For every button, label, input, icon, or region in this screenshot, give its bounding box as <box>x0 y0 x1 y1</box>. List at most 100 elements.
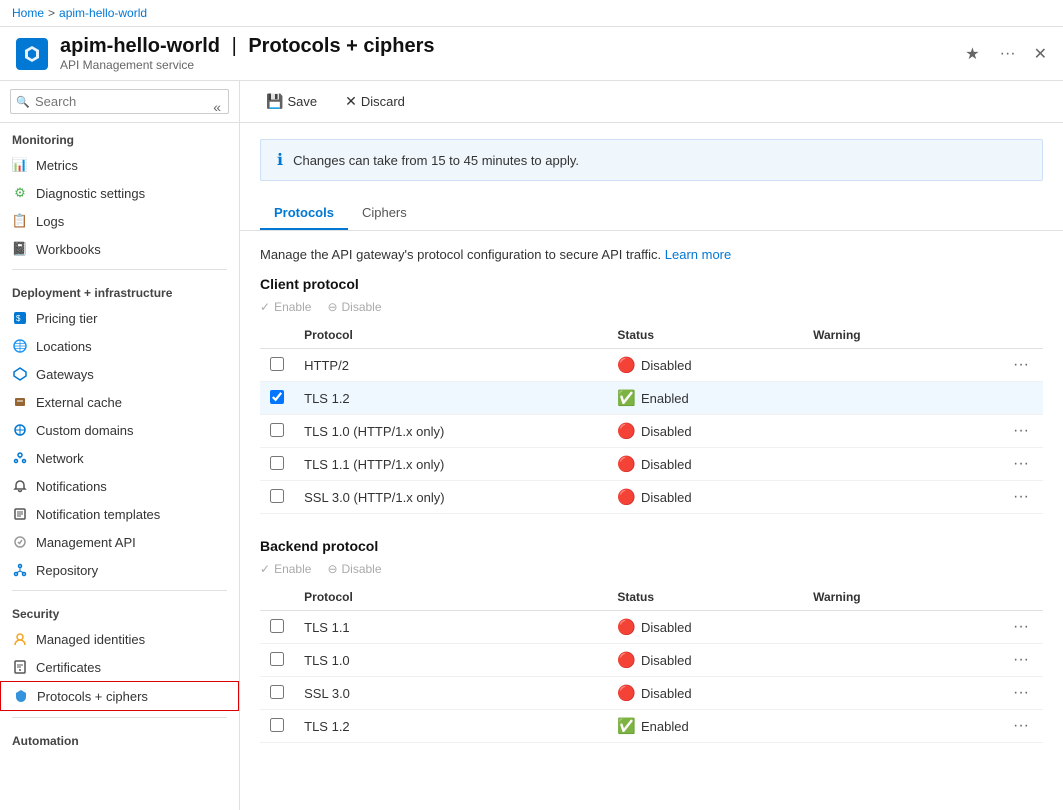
sidebar-item-management-api[interactable]: Management API <box>0 528 239 556</box>
search-input[interactable] <box>10 89 229 114</box>
client-row-warning-0 <box>803 349 999 382</box>
sidebar-item-metrics[interactable]: 📊 Metrics <box>0 151 239 179</box>
backend-row-status-0: 🔴 Disabled <box>607 611 803 644</box>
client-row-more-2[interactable]: ··· <box>1009 422 1033 439</box>
client-row-protocol-3: TLS 1.1 (HTTP/1.x only) <box>294 448 607 481</box>
client-row-warning-4 <box>803 481 999 514</box>
more-options-icon[interactable]: ··· <box>994 43 1022 65</box>
sidebar-divider-1 <box>12 269 227 270</box>
sidebar-item-workbooks-label: Workbooks <box>36 242 101 257</box>
backend-row-warning-1 <box>803 644 999 677</box>
sidebar-section-automation: Automation <box>0 724 239 752</box>
sidebar: « Monitoring 📊 Metrics ⚙ Diagnostic sett… <box>0 81 240 810</box>
client-row-checkbox-3[interactable] <box>270 456 284 470</box>
backend-row-checkbox-3[interactable] <box>270 718 284 732</box>
backend-row-protocol-0: TLS 1.1 <box>294 611 607 644</box>
client-row-checkbox-4[interactable] <box>270 489 284 503</box>
sidebar-item-certificates[interactable]: Certificates <box>0 653 239 681</box>
backend-row-more-1[interactable]: ··· <box>1009 651 1033 668</box>
breadcrumb-current[interactable]: apim-hello-world <box>59 6 147 20</box>
discard-button[interactable]: ✕ Discard <box>339 89 411 114</box>
client-protocol-row-1: TLS 1.2 ✅ Enabled <box>260 382 1043 415</box>
breadcrumb-home[interactable]: Home <box>12 6 44 20</box>
client-row-status-3: 🔴 Disabled <box>607 448 803 481</box>
sidebar-item-network-label: Network <box>36 451 84 466</box>
svg-text:$: $ <box>16 314 21 323</box>
backend-row-more-3[interactable]: ··· <box>1009 717 1033 734</box>
page-header: apim-hello-world | Protocols + ciphers A… <box>0 27 1063 81</box>
favorite-icon[interactable]: ★ <box>959 42 985 66</box>
backend-disable-button[interactable]: ⊖ Disable <box>327 562 381 576</box>
backend-row-warning-2 <box>803 677 999 710</box>
certificates-icon <box>12 659 28 675</box>
sidebar-item-managed-identities-label: Managed identities <box>36 632 145 647</box>
backend-row-checkbox-1[interactable] <box>270 652 284 666</box>
sidebar-item-logs[interactable]: 📋 Logs <box>0 207 239 235</box>
tab-ciphers[interactable]: Ciphers <box>348 197 421 230</box>
check-icon-2: ✓ <box>260 562 270 576</box>
sidebar-item-protocols-ciphers[interactable]: Protocols + ciphers <box>0 681 239 711</box>
learn-more-link[interactable]: Learn more <box>665 247 731 262</box>
sidebar-item-locations[interactable]: Locations <box>0 332 239 360</box>
client-row-more-4[interactable]: ··· <box>1009 488 1033 505</box>
sidebar-item-certificates-label: Certificates <box>36 660 101 675</box>
client-row-status-1: ✅ Enabled <box>607 382 803 415</box>
client-row-checkbox-0[interactable] <box>270 357 284 371</box>
backend-col-protocol: Protocol <box>294 584 607 611</box>
diagnostic-icon: ⚙ <box>12 185 28 201</box>
client-row-status-2: 🔴 Disabled <box>607 415 803 448</box>
backend-row-status-3: ✅ Enabled <box>607 710 803 743</box>
client-row-more-0[interactable]: ··· <box>1009 356 1033 373</box>
sidebar-item-gateways-label: Gateways <box>36 367 94 382</box>
client-protocol-row-4: SSL 3.0 (HTTP/1.x only) 🔴 Disabled ··· <box>260 481 1043 514</box>
sidebar-divider-2 <box>12 590 227 591</box>
backend-row-more-0[interactable]: ··· <box>1009 618 1033 635</box>
metrics-icon: 📊 <box>12 157 28 173</box>
backend-row-more-2[interactable]: ··· <box>1009 684 1033 701</box>
sidebar-item-notification-templates[interactable]: Notification templates <box>0 500 239 528</box>
client-protocol-title: Client protocol <box>260 276 1043 292</box>
service-name: apim-hello-world | Protocols + ciphers <box>60 35 947 58</box>
client-row-protocol-2: TLS 1.0 (HTTP/1.x only) <box>294 415 607 448</box>
sidebar-item-management-api-label: Management API <box>36 535 136 550</box>
backend-row-warning-3 <box>803 710 999 743</box>
client-row-checkbox-2[interactable] <box>270 423 284 437</box>
client-disable-button[interactable]: ⊖ Disable <box>327 300 381 314</box>
client-row-more-3[interactable]: ··· <box>1009 455 1033 472</box>
backend-table-header: Protocol Status Warning <box>260 584 1043 611</box>
backend-col-status: Status <box>607 584 803 611</box>
sidebar-item-pricing-label: Pricing tier <box>36 311 97 326</box>
sidebar-item-pricing-tier[interactable]: $ Pricing tier <box>0 304 239 332</box>
close-button[interactable]: ✕ <box>1034 44 1047 64</box>
backend-protocol-row-0: TLS 1.1 🔴 Disabled ··· <box>260 611 1043 644</box>
client-row-warning-2 <box>803 415 999 448</box>
sidebar-item-locations-label: Locations <box>36 339 92 354</box>
sidebar-item-managed-identities[interactable]: Managed identities <box>0 625 239 653</box>
sidebar-item-network[interactable]: Network <box>0 444 239 472</box>
disabled-icon-b: 🔴 <box>617 684 636 702</box>
client-row-warning-3 <box>803 448 999 481</box>
backend-enable-button[interactable]: ✓ Enable <box>260 562 311 576</box>
minus-circle-icon: ⊖ <box>327 300 337 314</box>
sidebar-item-workbooks[interactable]: 📓 Workbooks <box>0 235 239 263</box>
backend-protocol-row-3: TLS 1.2 ✅ Enabled ··· <box>260 710 1043 743</box>
sidebar-item-metrics-label: Metrics <box>36 158 78 173</box>
client-row-checkbox-1[interactable] <box>270 390 284 404</box>
sidebar-item-repository[interactable]: Repository <box>0 556 239 584</box>
sidebar-item-diagnostic-settings[interactable]: ⚙ Diagnostic settings <box>0 179 239 207</box>
sidebar-item-notifications[interactable]: Notifications <box>0 472 239 500</box>
sidebar-item-custom-domains[interactable]: Custom domains <box>0 416 239 444</box>
backend-row-checkbox-2[interactable] <box>270 685 284 699</box>
sidebar-section-security: Security <box>0 597 239 625</box>
enabled-icon: ✅ <box>617 389 636 407</box>
backend-row-checkbox-0[interactable] <box>270 619 284 633</box>
sidebar-item-external-cache[interactable]: External cache <box>0 388 239 416</box>
network-icon <box>12 450 28 466</box>
tab-protocols[interactable]: Protocols <box>260 197 348 230</box>
save-button[interactable]: 💾 Save <box>260 89 323 114</box>
collapse-button[interactable]: « <box>213 99 221 115</box>
sidebar-section-monitoring: Monitoring <box>0 123 239 151</box>
workbooks-icon: 📓 <box>12 241 28 257</box>
client-enable-button[interactable]: ✓ Enable <box>260 300 311 314</box>
sidebar-item-gateways[interactable]: Gateways <box>0 360 239 388</box>
